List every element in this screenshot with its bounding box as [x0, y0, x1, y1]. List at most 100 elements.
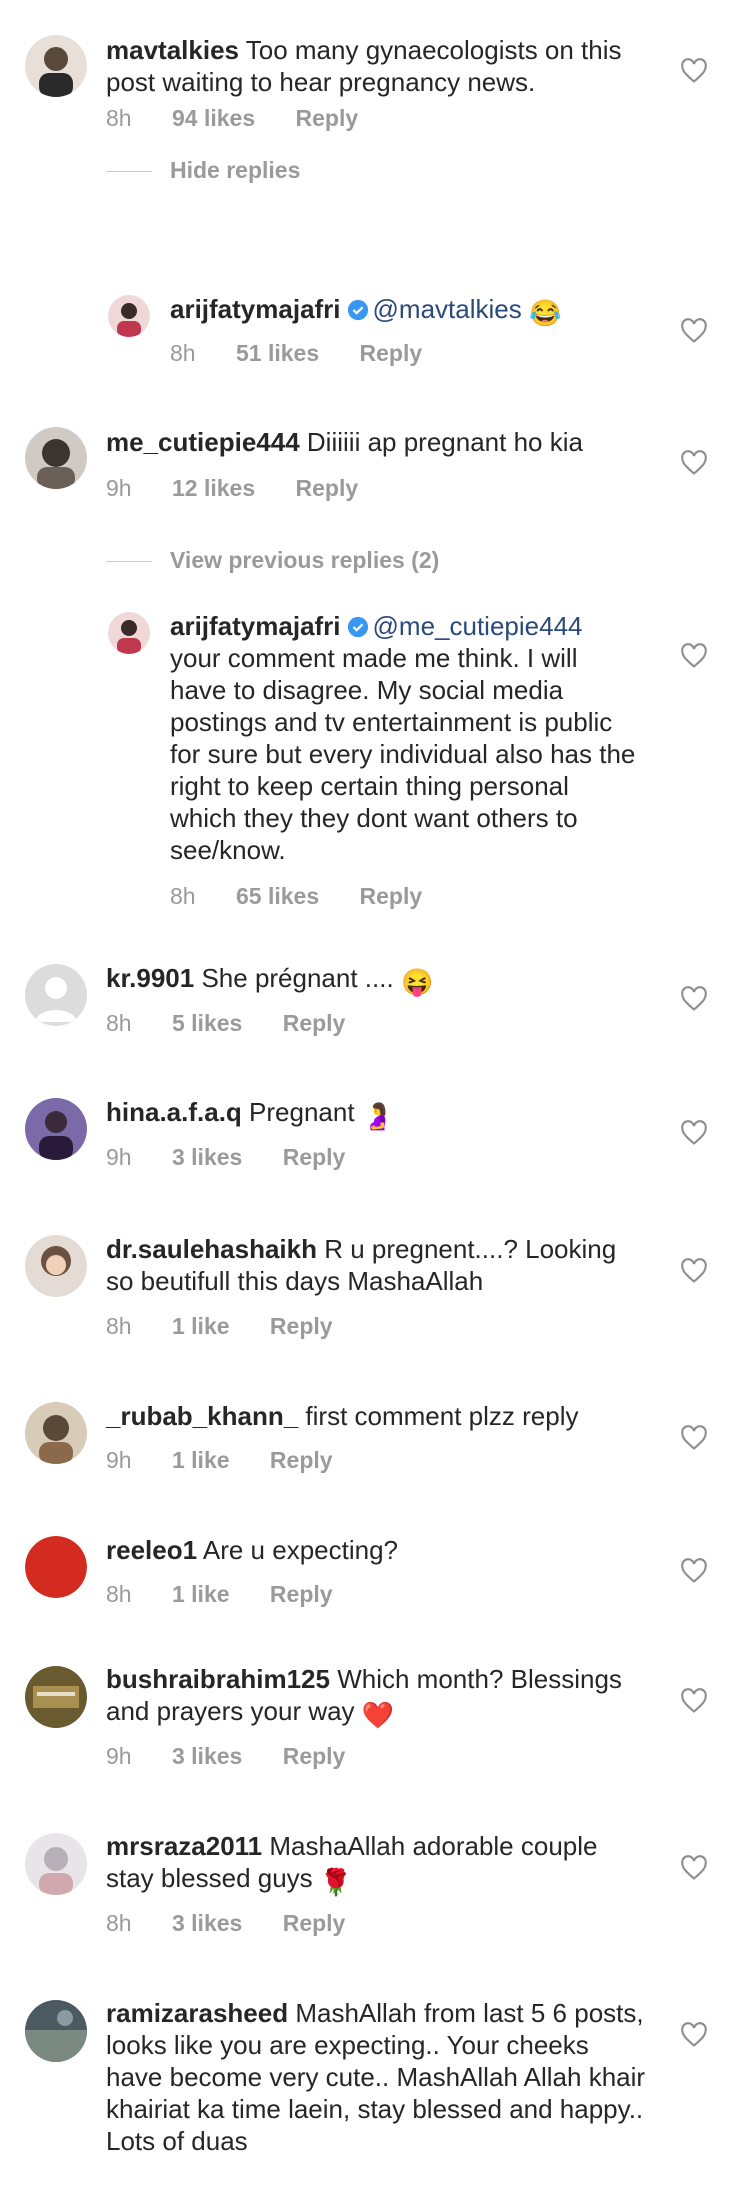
timestamp: 9h — [106, 1447, 132, 1473]
avatar[interactable] — [25, 1402, 87, 1464]
toggle-label: View previous replies (2) — [170, 547, 440, 573]
username[interactable]: hina.a.f.a.q — [106, 1097, 242, 1127]
comment-text: me_cutiepie444 Diiiiii ap pregnant ho ki… — [106, 426, 646, 458]
likes-count[interactable]: 3 likes — [172, 1910, 242, 1936]
comment-text: bushraibrahim125 Which month? Blessings … — [106, 1663, 646, 1731]
reply-button[interactable]: Reply — [270, 1447, 333, 1473]
avatar[interactable] — [25, 427, 87, 489]
username[interactable]: mrsraza2011 — [106, 1831, 262, 1861]
avatar[interactable] — [108, 612, 150, 654]
avatar[interactable] — [25, 35, 87, 97]
likes-count[interactable]: 3 likes — [172, 1743, 242, 1769]
heart-icon[interactable] — [680, 1558, 708, 1584]
reply-button[interactable]: Reply — [283, 1010, 346, 1036]
reply-button[interactable]: Reply — [270, 1313, 333, 1339]
comment-meta: 9h 1 like Reply — [106, 1447, 367, 1474]
mention[interactable]: @me_cutiepie444 — [373, 611, 583, 641]
reply-button[interactable]: Reply — [283, 1910, 346, 1936]
comment-meta: 8h 1 like Reply — [106, 1581, 367, 1608]
heart-icon[interactable] — [680, 1855, 708, 1881]
avatar-image — [25, 2000, 87, 2062]
timestamp: 8h — [106, 105, 132, 131]
comment-meta: 9h 3 likes Reply — [106, 1144, 379, 1171]
comment-body: Pregnant — [249, 1097, 355, 1127]
avatar-image — [25, 1098, 87, 1160]
divider — [106, 561, 152, 563]
comment-text: hina.a.f.a.q Pregnant 🤰 — [106, 1096, 646, 1132]
comment-meta: 9h 3 likes Reply — [106, 1743, 379, 1770]
comment-body: Are u expecting? — [202, 1535, 399, 1565]
comment-meta: 8h 5 likes Reply — [106, 1010, 379, 1037]
timestamp: 8h — [106, 1010, 132, 1036]
reply-button[interactable]: Reply — [296, 105, 359, 131]
heart-icon[interactable] — [680, 58, 708, 84]
heart-icon[interactable] — [680, 1258, 708, 1284]
timestamp: 8h — [106, 1910, 132, 1936]
comment-meta: 8h 94 likes Reply — [106, 105, 392, 132]
username[interactable]: mavtalkies — [106, 35, 239, 65]
username[interactable]: dr.saulehashaikh — [106, 1234, 317, 1264]
avatar-image — [25, 1402, 87, 1464]
mention[interactable]: @mavtalkies — [373, 294, 522, 324]
username[interactable]: arijfatymajafri — [170, 294, 341, 324]
reply-button[interactable]: Reply — [283, 1144, 346, 1170]
username[interactable]: arijfatymajafri — [170, 611, 341, 641]
username[interactable]: bushraibrahim125 — [106, 1664, 330, 1694]
avatar[interactable] — [25, 1098, 87, 1160]
hide-replies-toggle[interactable]: Hide replies — [106, 157, 300, 184]
likes-count[interactable]: 65 likes — [236, 883, 319, 909]
reply-button[interactable]: Reply — [360, 340, 423, 366]
heart-icon[interactable] — [680, 450, 708, 476]
reply-button[interactable]: Reply — [360, 883, 423, 909]
pregnant-woman-emoji-icon: 🤰 — [361, 1101, 395, 1131]
reply-button[interactable]: Reply — [270, 1581, 333, 1607]
comment-meta: 9h 12 likes Reply — [106, 475, 392, 502]
timestamp: 9h — [106, 1144, 132, 1170]
likes-count[interactable]: 1 like — [172, 1581, 230, 1607]
heart-icon[interactable] — [680, 1688, 708, 1714]
avatar-image — [108, 295, 150, 337]
rose-emoji-icon: 🌹 — [319, 1867, 353, 1897]
likes-count[interactable]: 5 likes — [172, 1010, 242, 1036]
heart-icon[interactable] — [680, 643, 708, 669]
avatar[interactable] — [108, 295, 150, 337]
timestamp: 8h — [106, 1581, 132, 1607]
likes-count[interactable]: 94 likes — [172, 105, 255, 131]
avatar[interactable] — [25, 2000, 87, 2062]
likes-count[interactable]: 1 like — [172, 1447, 230, 1473]
reply-button[interactable]: Reply — [296, 475, 359, 501]
username[interactable]: _rubab_khann_ — [106, 1401, 298, 1431]
likes-count[interactable]: 51 likes — [236, 340, 319, 366]
avatar[interactable] — [25, 1833, 87, 1895]
avatar-image — [25, 1536, 87, 1598]
avatar[interactable] — [25, 964, 87, 1026]
heart-icon[interactable] — [680, 1425, 708, 1451]
heart-icon[interactable] — [680, 318, 708, 344]
likes-count[interactable]: 12 likes — [172, 475, 255, 501]
timestamp: 9h — [106, 1743, 132, 1769]
likes-count[interactable]: 3 likes — [172, 1144, 242, 1170]
comment-body: Diiiiii ap pregnant ho kia — [306, 427, 583, 457]
heart-icon[interactable] — [680, 1120, 708, 1146]
username[interactable]: ramizarasheed — [106, 1998, 288, 2028]
avatar[interactable] — [25, 1235, 87, 1297]
reply-button[interactable]: Reply — [283, 1743, 346, 1769]
avatar[interactable] — [25, 1536, 87, 1598]
avatar-image — [25, 427, 87, 489]
reply-meta: 8h 65 likes Reply — [170, 883, 456, 910]
avatar-image — [108, 612, 150, 654]
username[interactable]: reeleo1 — [106, 1535, 197, 1565]
avatar[interactable] — [25, 1666, 87, 1728]
timestamp: 9h — [106, 475, 132, 501]
comment-body: first comment plzz reply — [305, 1401, 579, 1431]
timestamp: 8h — [170, 340, 196, 366]
default-avatar-icon — [25, 964, 87, 1026]
comment-text: reeleo1 Are u expecting? — [106, 1534, 646, 1566]
username[interactable]: me_cutiepie444 — [106, 427, 300, 457]
heart-icon[interactable] — [680, 986, 708, 1012]
view-previous-replies-toggle[interactable]: View previous replies (2) — [106, 547, 439, 574]
likes-count[interactable]: 1 like — [172, 1313, 230, 1339]
timestamp: 8h — [106, 1313, 132, 1339]
heart-icon[interactable] — [680, 2022, 708, 2048]
username[interactable]: kr.9901 — [106, 963, 194, 993]
